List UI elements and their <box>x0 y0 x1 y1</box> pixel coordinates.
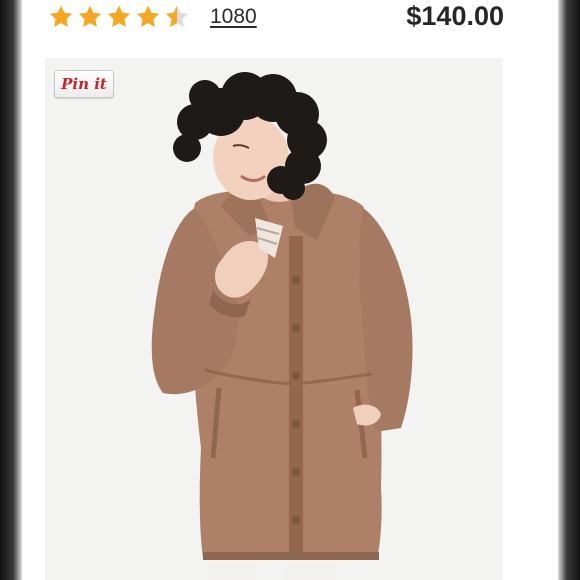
product-page: 1080 $140.00 Pin it <box>22 0 558 580</box>
pinterest-pin-button[interactable]: Pin it <box>54 70 114 98</box>
model-in-fleece-coat-image <box>45 58 503 580</box>
half-star-icon <box>165 5 189 27</box>
star-rating <box>48 4 193 30</box>
right-edge-shadow <box>558 0 580 580</box>
product-image: Pin it <box>45 58 503 580</box>
star-icon <box>136 5 160 27</box>
review-count-link[interactable]: 1080 <box>210 5 257 29</box>
star-icon <box>49 5 73 27</box>
star-icon <box>78 5 102 27</box>
rating-row: 1080 <box>48 2 257 32</box>
left-edge-shadow <box>0 0 22 580</box>
product-price: $140.00 <box>406 1 504 31</box>
star-icon <box>107 5 131 27</box>
